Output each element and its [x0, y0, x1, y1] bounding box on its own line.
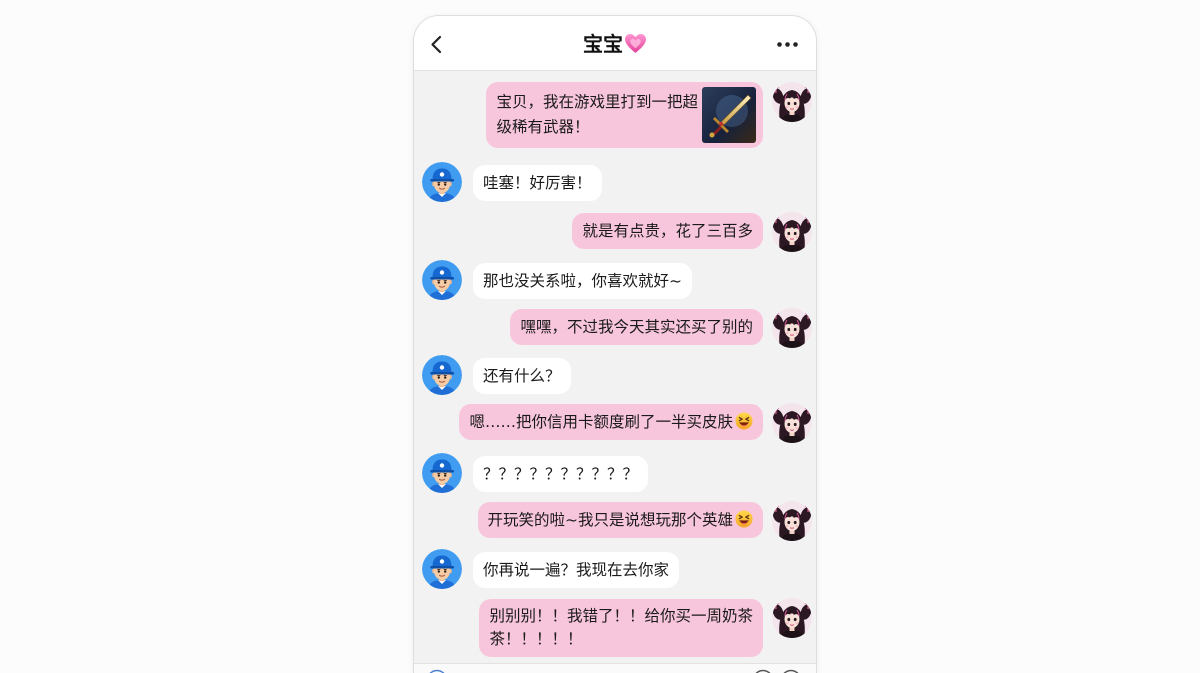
boy-avatar[interactable] [422, 355, 462, 395]
message-row: 哇塞！好厉害！ [422, 162, 602, 202]
message-bubble[interactable]: 那也没关系啦，你喜欢就好~ [473, 263, 692, 299]
voice-icon[interactable] [426, 669, 448, 673]
sword-image[interactable] [702, 87, 756, 143]
message-text-line: 还有什么？ [483, 367, 561, 385]
message-row: 别别别！！我错了！！给你买一周奶茶 茶！！！！！ [479, 598, 812, 657]
plus-circle-icon[interactable] [780, 669, 802, 673]
girl-avatar[interactable] [772, 598, 812, 638]
chat-header: 宝宝 [414, 16, 816, 71]
message-text: 开玩笑的啦~我只是说想玩那个英雄 [487, 511, 734, 529]
grinning-squinting-face-icon [735, 412, 753, 430]
message-text: 嗯……把你信用卡额度刷了一半买皮肤 [469, 413, 733, 431]
message-text-line: 哇塞！好厉害！ [483, 174, 592, 192]
message-bubble[interactable]: ？？？？？？？？？？ [473, 456, 649, 492]
message-row: 你再说一遍？我现在去你家 [422, 549, 680, 589]
message-bubble[interactable]: 别别别！！我错了！！给你买一周奶茶 茶！！！！！ [479, 599, 763, 657]
girl-avatar[interactable] [772, 403, 812, 443]
message-text-line: 就是有点贵，花了三百多 [582, 222, 753, 240]
message-bubble[interactable]: 还有什么？ [473, 358, 571, 394]
message-bubble[interactable]: 你再说一遍？我现在去你家 [473, 552, 680, 588]
message-bubble[interactable]: 嘿嘿，不过我今天其实还买了别的 [510, 309, 763, 345]
boy-avatar[interactable] [422, 549, 462, 589]
message-row: 那也没关系啦，你喜欢就好~ [422, 260, 692, 300]
girl-avatar[interactable] [772, 82, 812, 122]
message-row: 就是有点贵，花了三百多 [572, 212, 812, 252]
message-text-line: 茶！！！！！ [489, 630, 583, 648]
girl-avatar[interactable] [772, 212, 812, 252]
message-text-line: 宝贝，我在游戏里打到一把超 [496, 93, 698, 111]
message-text-line: 级稀有武器！ [496, 118, 590, 136]
message-row: 嗯……把你信用卡额度刷了一半买皮肤 [459, 403, 812, 443]
message-text: 宝贝，我在游戏里打到一把超 级稀有武器！ [496, 90, 698, 140]
message-bubble[interactable]: 哇塞！好厉害！ [473, 165, 602, 201]
message-text-line: 别别别！！我错了！！给你买一周奶茶 [489, 607, 753, 625]
message-row: 还有什么？ [422, 355, 571, 395]
more-options-icon[interactable] [777, 42, 798, 47]
message-row: ？？？？？？？？？？ [422, 453, 649, 493]
chat-area[interactable]: 宝贝，我在游戏里打到一把超 级稀有武器！ 哇塞！好厉害！ 就是有点贵，花了三百多… [414, 71, 816, 673]
phone-frame: 宝宝 宝贝，我在游戏里打到一把超 级稀有武器！ 哇塞！好厉害！ 就是有点贵，花了… [413, 15, 817, 673]
message-row: 宝贝，我在游戏里打到一把超 级稀有武器！ [486, 82, 812, 148]
grinning-squinting-face-icon [735, 510, 753, 528]
message-text-line: 嘿嘿，不过我今天其实还买了别的 [520, 318, 753, 336]
boy-avatar[interactable] [422, 260, 462, 300]
boy-avatar[interactable] [422, 453, 462, 493]
smiley-icon[interactable] [752, 669, 774, 673]
message-bubble[interactable]: 就是有点贵，花了三百多 [572, 213, 763, 249]
message-text-line: ？？？？？？？？？？ [483, 465, 639, 483]
chat-title: 宝宝 [583, 32, 623, 56]
message-text-line: 开玩笑的啦~我只是说想玩那个英雄 [488, 508, 754, 532]
message-text-line: 你再说一遍？我现在去你家 [483, 561, 670, 579]
input-bar [414, 663, 816, 673]
message-row: 嘿嘿，不过我今天其实还买了别的 [510, 308, 812, 348]
girl-avatar[interactable] [772, 308, 812, 348]
message-text-line: 嗯……把你信用卡额度刷了一半买皮肤 [469, 410, 753, 434]
message-bubble[interactable]: 嗯……把你信用卡额度刷了一半买皮肤 [459, 404, 763, 440]
message-text-line: 那也没关系啦，你喜欢就好~ [483, 272, 682, 290]
chat-title-group: 宝宝 [414, 30, 816, 58]
girl-avatar[interactable] [772, 501, 812, 541]
boy-avatar[interactable] [422, 162, 462, 202]
message-row: 开玩笑的啦~我只是说想玩那个英雄 [477, 501, 813, 541]
message-bubble[interactable]: 开玩笑的啦~我只是说想玩那个英雄 [477, 502, 763, 538]
pink-heart-icon [625, 33, 646, 54]
message-bubble[interactable]: 宝贝，我在游戏里打到一把超 级稀有武器！ [486, 82, 763, 148]
